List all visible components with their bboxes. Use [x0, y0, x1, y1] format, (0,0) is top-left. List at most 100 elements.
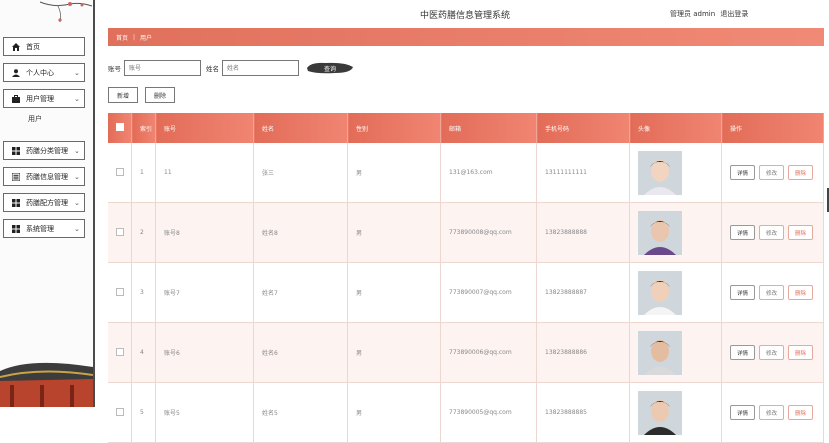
- table-body: 1 11 张三男 131@163.com 13111111111 详情 修改 删除 2 账号8 姓名…: [108, 143, 824, 443]
- cell-index: 2: [131, 202, 156, 263]
- sidebar-item-label: 药膳信息管理: [26, 172, 68, 181]
- cell-gender: 男: [347, 143, 441, 203]
- sidebar-item-system[interactable]: 系统管理 ⌄: [3, 219, 85, 238]
- detail-button[interactable]: 详情: [730, 165, 756, 180]
- grid-icon: [9, 198, 23, 207]
- logout-link[interactable]: 退出登录: [720, 10, 748, 18]
- grid-icon: [9, 146, 23, 155]
- cell-phone: 13823888886: [536, 322, 630, 383]
- cell-actions: 详情 修改 删除: [721, 202, 824, 263]
- cell-gender: 男: [347, 262, 441, 323]
- grid-icon: [9, 224, 23, 233]
- cell-email: 131@163.com: [440, 143, 537, 203]
- sidebar-item-profile[interactable]: 个人中心 ⌄: [3, 63, 85, 82]
- cell-actions: 详情 修改 删除: [721, 262, 824, 323]
- briefcase-icon: [9, 94, 23, 103]
- sidebar-item-label: 系统管理: [26, 224, 54, 233]
- header-account: 账号: [155, 113, 254, 143]
- cell-gender: 男: [347, 382, 441, 443]
- row-select-cell[interactable]: [108, 382, 132, 443]
- sidebar-item-home[interactable]: 首页: [3, 37, 85, 56]
- row-checkbox[interactable]: [116, 407, 124, 416]
- table-row: 4 账号6 姓名6 男 773890006@qq.com 13823888886 详情 修改删…: [108, 322, 824, 383]
- header-name: 姓名: [253, 113, 348, 143]
- avatar: [638, 210, 682, 255]
- sidebar-item-label: 药膳配方管理: [26, 198, 68, 207]
- edit-button[interactable]: 修改: [759, 405, 785, 420]
- row-select-cell[interactable]: [108, 322, 132, 383]
- select-all-cell[interactable]: [108, 113, 132, 143]
- header-avatar: 头像: [629, 113, 722, 143]
- header-phone: 手机号码: [536, 113, 630, 143]
- name-input[interactable]: [222, 60, 299, 76]
- cell-name: 姓名8: [253, 202, 348, 263]
- user-table: 索引 账号 姓名 性别 邮箱 手机号码 头像 操作 1 11 张三男 131@163.…: [108, 113, 824, 443]
- account-input[interactable]: [124, 60, 201, 76]
- breadcrumb-home[interactable]: 首页: [116, 33, 128, 42]
- table-row: 3 账号7 姓名7 男 773890007@qq.com 13823888887 详情 修改删…: [108, 262, 824, 323]
- sidebar-item-recipe[interactable]: 药膳配方管理 ⌄: [3, 193, 85, 212]
- avatar: [638, 330, 682, 375]
- sidebar-item-label: 药膳分类管理: [26, 146, 68, 155]
- table-row: 1 11 张三男 131@163.com 13111111111 详情 修改 删除: [108, 143, 824, 203]
- chevron-down-icon: ⌄: [74, 68, 80, 77]
- row-delete-button[interactable]: 删除: [788, 345, 814, 360]
- row-delete-button[interactable]: 删除: [788, 285, 814, 300]
- breadcrumb-separator: |: [133, 33, 136, 41]
- row-delete-button[interactable]: 删除: [788, 165, 814, 180]
- avatar: [638, 150, 682, 195]
- edit-button[interactable]: 修改: [759, 225, 785, 240]
- cell-index: 3: [131, 262, 156, 323]
- row-checkbox[interactable]: [116, 167, 124, 176]
- sidebar-item-category[interactable]: 药膳分类管理 ⌄: [3, 141, 85, 160]
- row-delete-button[interactable]: 删除: [788, 225, 814, 240]
- edit-button[interactable]: 修改: [759, 345, 785, 360]
- row-select-cell[interactable]: [108, 143, 132, 203]
- cell-email: 773890007@qq.com: [440, 262, 537, 323]
- sidebar-item-info[interactable]: 药膳信息管理 ⌄: [3, 167, 85, 186]
- account-label: 账号: [108, 65, 121, 73]
- detail-button[interactable]: 详情: [730, 285, 756, 300]
- row-checkbox[interactable]: [116, 287, 124, 296]
- header-email: 邮箱: [440, 113, 537, 143]
- delete-button[interactable]: 删除: [145, 87, 176, 103]
- search-button-label: 查询: [323, 65, 336, 73]
- detail-button[interactable]: 详情: [730, 405, 756, 420]
- row-checkbox[interactable]: [116, 347, 124, 356]
- sidebar-subitem-user[interactable]: 用户: [28, 114, 42, 124]
- chevron-down-icon: ⌄: [74, 146, 80, 155]
- cell-phone: 13823888887: [536, 262, 630, 323]
- sidebar-item-label: 首页: [26, 42, 40, 51]
- row-checkbox[interactable]: [116, 227, 124, 236]
- edit-button[interactable]: 修改: [759, 285, 785, 300]
- detail-button[interactable]: 详情: [730, 225, 756, 240]
- cell-avatar: [629, 202, 722, 263]
- cell-actions: 详情 修改 删除: [721, 382, 824, 443]
- add-button[interactable]: 新增: [108, 87, 139, 103]
- edit-button[interactable]: 修改: [759, 165, 785, 180]
- select-all-checkbox[interactable]: [116, 123, 124, 131]
- avatar: [638, 390, 682, 435]
- chevron-down-icon: ⌄: [74, 198, 80, 207]
- top-bar: 中医药膳信息管理系统 管理员 admin 退出登录: [95, 0, 829, 26]
- list-icon: [9, 172, 23, 181]
- row-delete-button[interactable]: 删除: [788, 405, 814, 420]
- table-header-row: 索引 账号 姓名 性别 邮箱 手机号码 头像 操作: [108, 113, 824, 143]
- detail-button[interactable]: 详情: [730, 345, 756, 360]
- table-row: 2 账号8 姓名8 男 773890008@qq.com 13823888888 详情 修改删…: [108, 202, 824, 263]
- user-info: 管理员 admin 退出登录: [670, 9, 751, 19]
- plum-branch-decoration: [39, 1, 93, 23]
- row-select-cell[interactable]: [108, 262, 132, 323]
- cell-account: 账号8: [155, 202, 254, 263]
- cell-index: 5: [131, 382, 156, 443]
- cell-actions: 详情 修改 删除: [721, 143, 824, 203]
- cell-actions: 详情 修改 删除: [721, 322, 824, 383]
- sidebar-item-users[interactable]: 用户管理 ⌄: [3, 89, 85, 108]
- cell-account: 账号7: [155, 262, 254, 323]
- cell-index: 1: [131, 143, 156, 203]
- search-button[interactable]: 查询: [305, 61, 355, 75]
- row-select-cell[interactable]: [108, 202, 132, 263]
- cell-avatar: [629, 262, 722, 323]
- cell-name: 张三: [253, 143, 348, 203]
- cell-phone: 13823888885: [536, 382, 630, 443]
